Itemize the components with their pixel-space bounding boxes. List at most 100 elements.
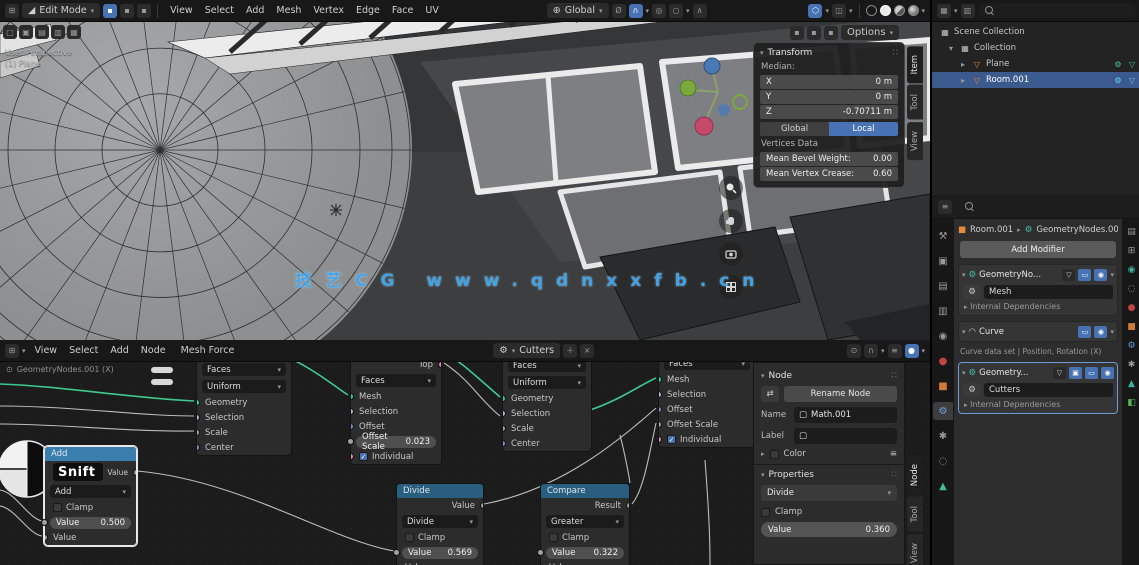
viewport-menu[interactable]: Edge [350, 3, 386, 18]
viewport-menu[interactable]: Vertex [307, 3, 350, 18]
median-z-field[interactable]: Z -0.70711 m [760, 105, 898, 119]
local-button[interactable]: Local [829, 122, 898, 136]
pin-icon[interactable]: ⊙ [846, 343, 861, 358]
selection-socket[interactable] [503, 410, 506, 417]
clamp-checkbox[interactable] [53, 503, 62, 512]
scale-mode-dropdown[interactable]: Uniform ▾ [508, 376, 586, 389]
snap-toggle-icon[interactable]: Ø [611, 3, 626, 18]
modifiers-tab-icon[interactable]: ⚙ [933, 402, 953, 420]
top-output-socket[interactable] [438, 361, 441, 368]
viewport-display-toggle[interactable]: ▣ [1069, 366, 1082, 379]
geometry-socket[interactable] [197, 399, 200, 406]
viewport-menu[interactable]: Face [386, 3, 419, 18]
output-tab-icon[interactable]: ▤ [933, 277, 953, 295]
operation-dropdown[interactable]: Divide ▾ [402, 515, 478, 528]
domain-dropdown[interactable]: Faces ▾ [202, 363, 286, 376]
camera-view-icon[interactable] [719, 242, 743, 266]
edge-select-icon[interactable]: ▪ [120, 3, 135, 18]
node-group-field[interactable]: Mesh [984, 285, 1113, 299]
vertex-select-icon[interactable]: ▪ [103, 3, 118, 18]
view-layer-tab-icon[interactable]: ⊞ [1128, 246, 1136, 256]
compare-node-header[interactable]: Compare [541, 484, 629, 498]
material-tab-icon[interactable]: ◧ [1127, 398, 1136, 408]
panel-drag-icon[interactable]: ∷ [891, 371, 897, 381]
material-shading-icon[interactable] [893, 5, 905, 16]
gizmo-toggle-icon[interactable]: ⬡ [808, 3, 823, 18]
realtime-display-toggle[interactable]: ▭ [1078, 325, 1092, 338]
scene-tab-icon[interactable]: ◉ [933, 327, 953, 345]
world-tab-icon[interactable]: ● [933, 352, 953, 370]
tool-icon-4[interactable]: ▥ [51, 25, 65, 39]
chevron-down-icon[interactable]: ▾ [686, 7, 690, 15]
value-socket[interactable] [537, 549, 544, 556]
chevron-down-icon[interactable]: ▾ [881, 347, 885, 355]
value-socket[interactable] [393, 549, 400, 556]
modifier-name[interactable]: GeometryNo... [979, 270, 1059, 280]
center-socket[interactable] [503, 440, 506, 447]
display-mode-icon[interactable]: ▦ [937, 3, 951, 18]
scale-mode-dropdown[interactable]: Uniform ▾ [202, 380, 286, 393]
clamp-checkbox[interactable] [405, 533, 414, 542]
node-compare[interactable]: Compare Result Greater ▾ Clamp Value 0.322… [537, 483, 630, 565]
physics-tab-icon[interactable]: ◌ [933, 452, 953, 470]
operation-dropdown[interactable]: Add ▾ [50, 485, 131, 498]
selection-socket[interactable] [197, 414, 200, 421]
chevron-down-icon[interactable]: ▾ [849, 7, 853, 15]
color-checkbox[interactable] [769, 449, 779, 459]
chevron-down-icon[interactable]: ▾ [22, 347, 26, 355]
panel-drag-icon[interactable]: ∷ [891, 470, 897, 480]
value-field[interactable]: Value 0.569 [402, 546, 478, 559]
orientation-dropdown[interactable]: ⊕ Global ▾ [546, 3, 609, 18]
mirror-x-icon[interactable]: ▪ [790, 25, 804, 40]
operation-dropdown[interactable]: Divide ▾ [761, 485, 897, 501]
magnet-icon[interactable]: ∩ [628, 3, 643, 18]
rendered-shading-icon[interactable] [907, 5, 919, 16]
panel-collapse-icon[interactable]: ▾ [962, 328, 966, 336]
modifier-panel-curve[interactable]: ▾ ◠ Curve ▭ ◉ ▾ [958, 321, 1118, 342]
editor-type-icon[interactable]: ⊞ [5, 343, 19, 358]
node-rename-input[interactable]: Snift [53, 463, 104, 481]
value-field[interactable]: Value 0.500 [50, 516, 131, 529]
scale-socket[interactable] [503, 425, 506, 432]
modifier-name[interactable]: Geometry... [979, 368, 1050, 378]
realtime-display-toggle[interactable]: ▭ [1078, 268, 1092, 281]
offset-scale-field[interactable]: Offset Scale 0.023 [356, 432, 436, 452]
unlink-nodetree-icon[interactable]: × [580, 343, 595, 358]
node-editor-menu[interactable]: Add [104, 343, 134, 358]
node-extrude-mesh[interactable]: Faces ▾ Mesh Selection Offset Offset Scal… [658, 354, 756, 448]
viewport-menu[interactable]: Select [199, 3, 240, 18]
overlays-toggle-icon[interactable]: ◫ [831, 3, 846, 18]
add-modifier-button[interactable]: Add Modifier [960, 241, 1116, 258]
mean-vertex-crease-field[interactable]: Mean Vertex Crease: 0.60 [760, 167, 898, 181]
render-display-toggle[interactable]: ◉ [1094, 325, 1108, 338]
extras-icon[interactable]: ▾ [1110, 328, 1114, 336]
offset-scale-socket[interactable] [347, 438, 354, 445]
object-tab-icon[interactable]: ■ [1127, 322, 1136, 332]
viewport-sidebar-tab[interactable]: Item [907, 46, 923, 84]
node-scale-elements[interactable]: Faces ▾ Uniform ▾ Geometry Selection Scale… [502, 356, 592, 452]
node-tree-label[interactable]: Mesh Force [175, 343, 241, 358]
particles-tab-icon[interactable]: ✱ [1128, 360, 1136, 370]
edit-mode-display-toggle[interactable]: ▽ [1053, 366, 1066, 379]
filter-icon[interactable]: ▥ [960, 3, 975, 18]
scale-socket[interactable] [197, 429, 200, 436]
viewport-menu[interactable]: Mesh [270, 3, 307, 18]
overlays-toggle-icon[interactable]: ● [904, 343, 919, 358]
breadcrumb-nodetree[interactable]: GeometryNodes.001 [1036, 225, 1118, 235]
expand-icon[interactable]: ▾ [946, 44, 956, 53]
outliner-row-collection[interactable]: ▾ ▦ Collection [932, 40, 1139, 56]
viewport-sidebar-tab[interactable]: Tool [907, 85, 923, 120]
clamp-checkbox[interactable] [761, 507, 770, 517]
tool-icon-2[interactable]: ▣ [19, 25, 33, 39]
panel-collapse-icon[interactable]: ▾ [962, 271, 966, 279]
editor-type-icon[interactable]: ⊞ [5, 3, 19, 18]
chevron-down-icon[interactable]: ▾ [954, 7, 958, 15]
median-y-field[interactable]: Y 0 m [760, 90, 898, 104]
value-output-socket[interactable] [480, 502, 483, 509]
collapsed-node[interactable] [150, 378, 174, 386]
panel-drag-icon[interactable]: ∷ [892, 48, 898, 58]
tool-tab-icon[interactable]: ⚒ [933, 227, 953, 245]
view-layer-tab-icon[interactable]: ▥ [933, 302, 953, 320]
math-node-header[interactable]: Add [45, 447, 136, 461]
rename-node-button[interactable]: Rename Node [784, 386, 897, 402]
